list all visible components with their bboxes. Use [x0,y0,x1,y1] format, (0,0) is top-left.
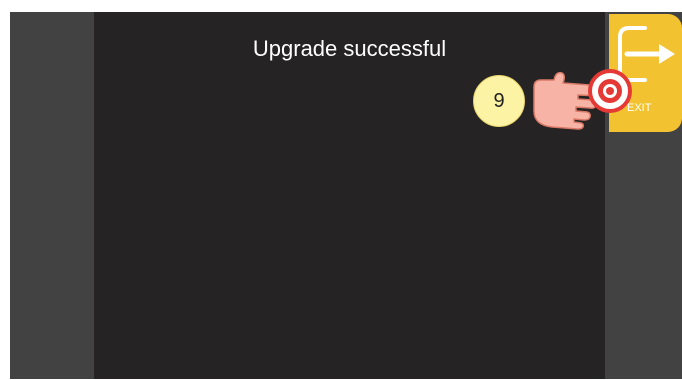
step-number-badge: 9 [473,75,525,127]
tap-target-icon [588,69,632,113]
hand-pointer-icon [533,69,632,130]
status-message: Upgrade successful [252,36,447,61]
step-number: 9 [493,89,505,112]
